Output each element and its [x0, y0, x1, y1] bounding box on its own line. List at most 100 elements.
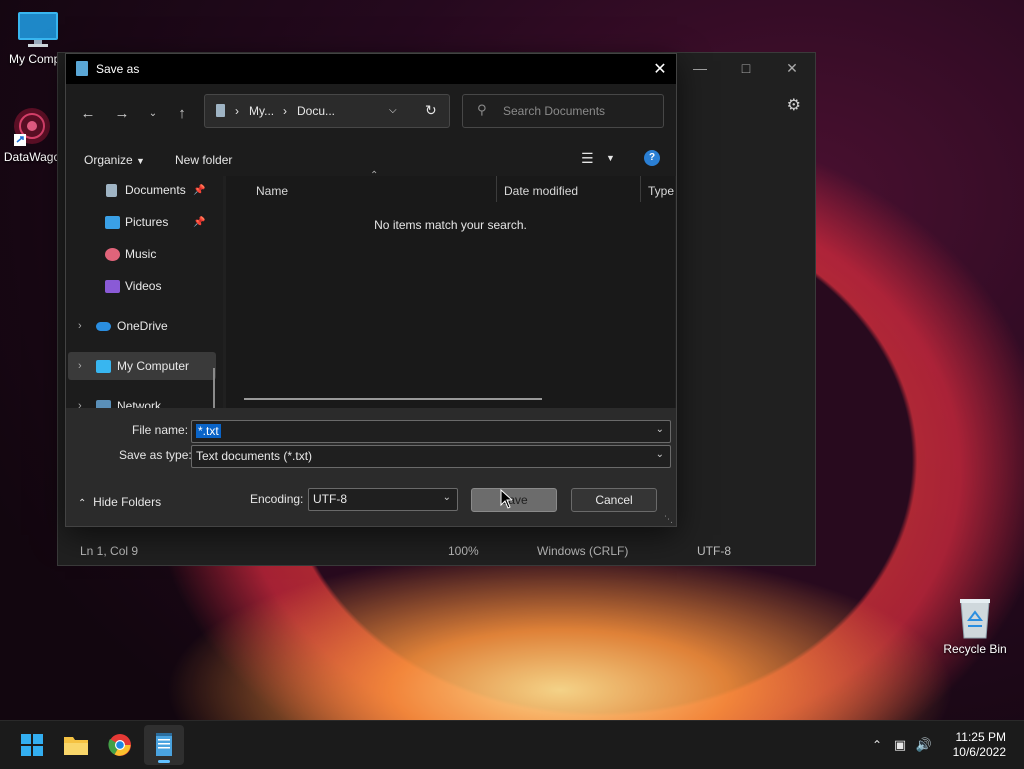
clock-date: 10/6/2022 [952, 745, 1006, 759]
folder-icon [64, 737, 88, 755]
notepad-icon [156, 733, 172, 756]
sidebar-item-pictures[interactable]: Pictures 📌 [68, 208, 216, 236]
expand-chevron-icon[interactable]: › [78, 400, 82, 408]
sidebar-item-network[interactable]: › Network [68, 392, 216, 408]
search-placeholder: Search Documents [503, 104, 606, 118]
computer-icon [96, 359, 111, 373]
pin-icon: 📌 [193, 184, 206, 196]
desktop-icon-label: DataWago [3, 150, 61, 164]
file-name-dropdown-chevron-icon[interactable]: ⌄ [656, 424, 664, 435]
clock[interactable]: 11:25 PM 10/6/2022 [953, 730, 1006, 760]
column-header-date-modified[interactable]: Date modified [504, 184, 578, 198]
sort-arrow-icon: ⌃ [370, 170, 379, 181]
back-arrow-icon[interactable]: ← [77, 102, 99, 124]
taskbar-file-explorer[interactable] [56, 725, 96, 765]
sidebar-item-label: Network [117, 399, 162, 408]
monitor-icon [18, 12, 58, 47]
notepad-icon [76, 61, 88, 76]
up-arrow-icon[interactable]: ↑ [171, 102, 193, 124]
start-button[interactable] [12, 725, 52, 765]
file-name-input[interactable]: *.txt ⌄ [191, 420, 671, 443]
chevron-up-icon: ⌃ [78, 498, 87, 509]
column-header-name[interactable]: Name [256, 184, 288, 198]
organize-chevron-icon: ▼ [136, 156, 145, 166]
sidebar-item-my-computer[interactable]: › My Computer [68, 352, 216, 380]
sidebar-scrollbar[interactable] [213, 368, 215, 408]
address-bar[interactable]: › My... › Docu... ⌵ ↻ [204, 94, 450, 128]
save-as-type-chevron-icon: ⌄ [655, 449, 664, 460]
onedrive-cloud-icon [96, 321, 111, 331]
help-icon[interactable]: ? [644, 150, 660, 166]
recent-locations-chevron-icon[interactable]: ⌄ [142, 102, 164, 124]
taskbar-chrome[interactable] [100, 725, 140, 765]
datawago-app-icon [14, 108, 50, 146]
sidebar-item-label: Documents [125, 183, 186, 197]
status-encoding: UTF-8 [697, 544, 731, 558]
windows-logo-icon [21, 734, 43, 756]
active-indicator [158, 760, 170, 763]
navigation-pane: Documents 📌 Pictures 📌 Music Videos › On… [66, 176, 223, 408]
empty-message: No items match your search. [374, 218, 527, 232]
view-options-icon[interactable]: ☰ [581, 150, 594, 167]
navigation-bar: ← → ⌄ ↑ › My... › Docu... ⌵ ↻ ⚲ Search D… [66, 84, 676, 144]
minimize-icon[interactable]: — [677, 53, 723, 83]
sidebar-item-music[interactable]: Music [68, 240, 216, 268]
sidebar-item-label: Music [125, 247, 157, 261]
mouse-cursor-icon [500, 489, 512, 509]
documents-folder-icon [216, 104, 225, 117]
refresh-icon[interactable]: ↻ [425, 102, 437, 119]
sidebar-item-documents[interactable]: Documents 📌 [68, 176, 216, 204]
view-options-chevron-icon[interactable]: ▼ [606, 153, 615, 163]
show-hidden-icons-chevron-icon[interactable]: ⌃ [866, 738, 888, 752]
hide-folders-button[interactable]: ⌃ Hide Folders [78, 495, 161, 509]
chrome-icon [108, 734, 131, 756]
save-button[interactable]: Save [471, 488, 557, 512]
dialog-title: Save as [96, 62, 140, 76]
window-controls: — □ ✕ [677, 53, 815, 83]
network-status-icon[interactable]: ▣ [888, 737, 912, 753]
desktop-icon-recycle-bin[interactable]: Recycle Bin [935, 596, 1015, 656]
status-zoom: 100% [448, 544, 479, 558]
sidebar-item-videos[interactable]: Videos [68, 272, 216, 300]
taskbar-notepad[interactable] [144, 725, 184, 765]
resize-grip-icon[interactable]: ⋱ [664, 514, 673, 525]
search-icon: ⚲ [477, 102, 487, 117]
new-folder-button[interactable]: New folder [175, 153, 232, 167]
documents-icon [106, 183, 117, 197]
file-list: Name ⌃ Date modified Type No items match… [226, 170, 675, 408]
sidebar-item-onedrive[interactable]: › OneDrive [68, 312, 216, 340]
column-divider[interactable] [640, 176, 641, 202]
close-icon[interactable]: ✕ [769, 53, 815, 83]
address-dropdown-chevron-icon[interactable]: ⌵ [389, 105, 397, 116]
organize-label: Organize [84, 153, 133, 167]
cancel-button[interactable]: Cancel [571, 488, 657, 512]
pictures-icon [105, 215, 120, 229]
system-tray: ⌃ ▣ 🔊 [866, 721, 936, 769]
expand-chevron-icon[interactable]: › [78, 320, 82, 332]
breadcrumb-segment-docu[interactable]: Docu... [297, 104, 335, 118]
music-icon [105, 247, 120, 261]
encoding-label: Encoding: [250, 492, 304, 506]
file-name-selected-text: *.txt [196, 424, 221, 438]
organize-button[interactable]: Organize ▼ [84, 153, 145, 167]
videos-icon [105, 279, 120, 293]
notepad-status-bar: Ln 1, Col 9 100% Windows (CRLF) UTF-8 [58, 537, 815, 565]
file-name-value: *.txt [196, 424, 221, 438]
breadcrumb-segment-my[interactable]: My... [249, 104, 274, 118]
maximize-icon[interactable]: □ [723, 53, 769, 83]
save-as-dialog: Save as ✕ ← → ⌄ ↑ › My... › Docu... ⌵ ↻ … [65, 53, 677, 527]
encoding-value: UTF-8 [313, 492, 347, 506]
column-divider[interactable] [496, 176, 497, 202]
save-as-type-select[interactable]: Text documents (*.txt) ⌄ [191, 445, 671, 468]
status-cursor-position: Ln 1, Col 9 [80, 544, 139, 558]
forward-arrow-icon[interactable]: → [111, 102, 133, 124]
sidebar-item-label: My Computer [117, 359, 190, 373]
settings-gear-icon[interactable]: ⚙ [787, 95, 801, 115]
encoding-select[interactable]: UTF-8 ⌄ [308, 488, 458, 511]
horizontal-scrollbar[interactable] [244, 398, 542, 400]
volume-icon[interactable]: 🔊 [912, 737, 936, 753]
expand-chevron-icon[interactable]: › [78, 360, 82, 372]
search-box[interactable]: ⚲ Search Documents [462, 94, 664, 128]
dialog-close-icon[interactable]: ✕ [644, 54, 676, 84]
column-header-type[interactable]: Type [648, 184, 674, 198]
